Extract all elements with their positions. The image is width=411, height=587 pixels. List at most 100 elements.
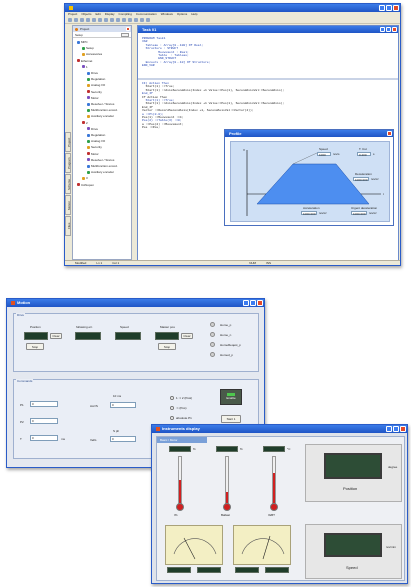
- tree-item-label: Security: [91, 89, 102, 94]
- instruments-maximize-button[interactable]: [393, 426, 399, 432]
- connect-icon[interactable]: [128, 18, 132, 22]
- tree-item[interactable]: Security: [87, 145, 102, 149]
- tree-item[interactable]: Auxiliary encoder: [87, 170, 114, 174]
- tree-item[interactable]: Resolver / Sincos: [87, 158, 114, 162]
- decel-input[interactable]: 1000.000: [353, 177, 369, 182]
- instruments-title-bar: Instruments display: [152, 425, 407, 433]
- menu-compiling[interactable]: Compiling: [119, 12, 132, 17]
- panel-close-button[interactable]: [126, 27, 130, 31]
- help-icon[interactable]: [146, 18, 150, 22]
- profile-close-button[interactable]: [387, 131, 392, 136]
- side-tab-motion[interactable]: Motion: [65, 195, 71, 215]
- run-icon[interactable]: [134, 18, 138, 22]
- tree-item[interactable]: Regulation: [87, 77, 105, 81]
- instruments-title: Instruments display: [162, 426, 200, 431]
- motion-close-button[interactable]: [257, 300, 263, 306]
- tree-item[interactable]: Setup: [82, 46, 94, 50]
- menu-objects[interactable]: Objects: [81, 12, 91, 17]
- urgent-input[interactable]: 1000.000: [351, 211, 367, 216]
- side-tab-program[interactable]: Program: [65, 153, 71, 173]
- menu-display[interactable]: Display: [105, 12, 115, 17]
- download-icon[interactable]: [122, 18, 126, 22]
- app-icon: [69, 6, 73, 10]
- editor-minimize-button[interactable]: [380, 27, 385, 32]
- tree-item[interactable]: Analog I/O: [87, 139, 105, 143]
- minimize-button[interactable]: [379, 5, 385, 11]
- tree-item[interactable]: 3: [82, 176, 88, 180]
- copy-icon[interactable]: [92, 18, 96, 22]
- wrench-icon[interactable]: [121, 33, 129, 37]
- motion-maximize-button[interactable]: [250, 300, 256, 306]
- p1-input[interactable]: 0: [30, 401, 58, 407]
- tree-item[interactable]: Motor: [87, 152, 99, 156]
- cut-icon[interactable]: [86, 18, 90, 22]
- motion-minimize-button[interactable]: [243, 300, 249, 306]
- editor-close-button[interactable]: [392, 27, 397, 32]
- enable-toggle[interactable]: Enable: [220, 389, 242, 405]
- open-icon[interactable]: [74, 18, 78, 22]
- tree-item[interactable]: MPC: [77, 40, 88, 44]
- new-icon[interactable]: [68, 18, 72, 22]
- code-block-body[interactable]: IF( Action Then Start(1) :=True; Start(1…: [142, 82, 284, 130]
- menu-project[interactable]: Project: [68, 12, 77, 17]
- position-stop-button[interactable]: Stop: [26, 343, 44, 350]
- tree-item[interactable]: Drive: [87, 71, 98, 75]
- tree-item[interactable]: Ethernet: [77, 59, 92, 63]
- tree-item[interactable]: Analog I/O: [87, 83, 105, 87]
- radio-absolute[interactable]: [170, 416, 174, 420]
- tree-item[interactable]: Multifunction encod.: [87, 108, 118, 112]
- master-stop-button[interactable]: Stop: [158, 343, 176, 350]
- close-button[interactable]: [393, 5, 399, 11]
- instruments-close-button[interactable]: [400, 426, 406, 432]
- acc-input[interactable]: 0: [110, 402, 136, 408]
- basic-motor-group-title: Basic / Motor: [157, 437, 207, 443]
- speed-input[interactable]: 1000: [317, 152, 331, 157]
- compile-icon[interactable]: [116, 18, 120, 22]
- menu-edit[interactable]: Edit: [96, 12, 101, 17]
- master-clear-button[interactable]: Clear: [181, 333, 193, 339]
- tree-item[interactable]: Resolver / Sincos: [87, 102, 114, 106]
- position-clear-button[interactable]: Clear: [50, 333, 62, 339]
- editor-maximize-button[interactable]: [386, 27, 391, 32]
- master-pos-display: [155, 332, 179, 340]
- tree-item[interactable]: Drive: [87, 127, 98, 131]
- tree-item[interactable]: Security: [87, 90, 102, 94]
- menu-windows[interactable]: Windows: [161, 12, 173, 17]
- undo-icon[interactable]: [104, 18, 108, 22]
- tree-item[interactable]: Auxiliary encoder: [87, 114, 114, 118]
- tree-item[interactable]: Accessories: [82, 52, 102, 56]
- save-icon[interactable]: [80, 18, 84, 22]
- vel-input[interactable]: 0: [110, 436, 136, 442]
- maximize-button[interactable]: [386, 5, 392, 11]
- meter-1-display: [167, 567, 191, 573]
- radio-posi[interactable]: [170, 396, 174, 400]
- paste-icon[interactable]: [98, 18, 102, 22]
- side-tab-files[interactable]: Files: [65, 216, 71, 236]
- p2-input[interactable]: 0: [30, 418, 58, 424]
- radio-pos[interactable]: [170, 406, 174, 410]
- accel-input[interactable]: 1000.000: [301, 211, 317, 216]
- tree-item[interactable]: 1: [82, 65, 88, 69]
- tcut-input[interactable]: 0.200: [357, 152, 371, 157]
- start-button[interactable]: Start 1: [221, 415, 241, 423]
- t-input[interactable]: 0: [30, 435, 58, 441]
- tree-item[interactable]: 2: [82, 121, 88, 125]
- menu-options[interactable]: Options: [177, 12, 187, 17]
- code-block-declarations[interactable]: PROGRAM Task1 VAR Tableau : Array[0..100]…: [142, 37, 210, 68]
- menu-communication[interactable]: Communication: [136, 12, 157, 17]
- instruments-minimize-button[interactable]: [386, 426, 392, 432]
- menu-help[interactable]: Help: [191, 12, 197, 17]
- tree-item-label: Motor: [91, 151, 99, 156]
- tree-item[interactable]: CANopen: [77, 183, 94, 187]
- redo-icon[interactable]: [110, 18, 114, 22]
- stop-icon[interactable]: [140, 18, 144, 22]
- tree-item[interactable]: Multifunction encod.: [87, 164, 118, 168]
- project-icon: [75, 27, 78, 31]
- gauge-bulb: [223, 503, 231, 511]
- side-tab-scheme[interactable]: Scheme: [65, 174, 71, 194]
- instruments-window: Instruments display Basic / Motor % I%% Ba…: [151, 424, 408, 584]
- side-tab-project[interactable]: Project: [65, 132, 71, 152]
- position-unit: degree: [388, 465, 398, 469]
- tree-item[interactable]: Motor: [87, 96, 99, 100]
- tree-item[interactable]: Regulation: [87, 133, 105, 137]
